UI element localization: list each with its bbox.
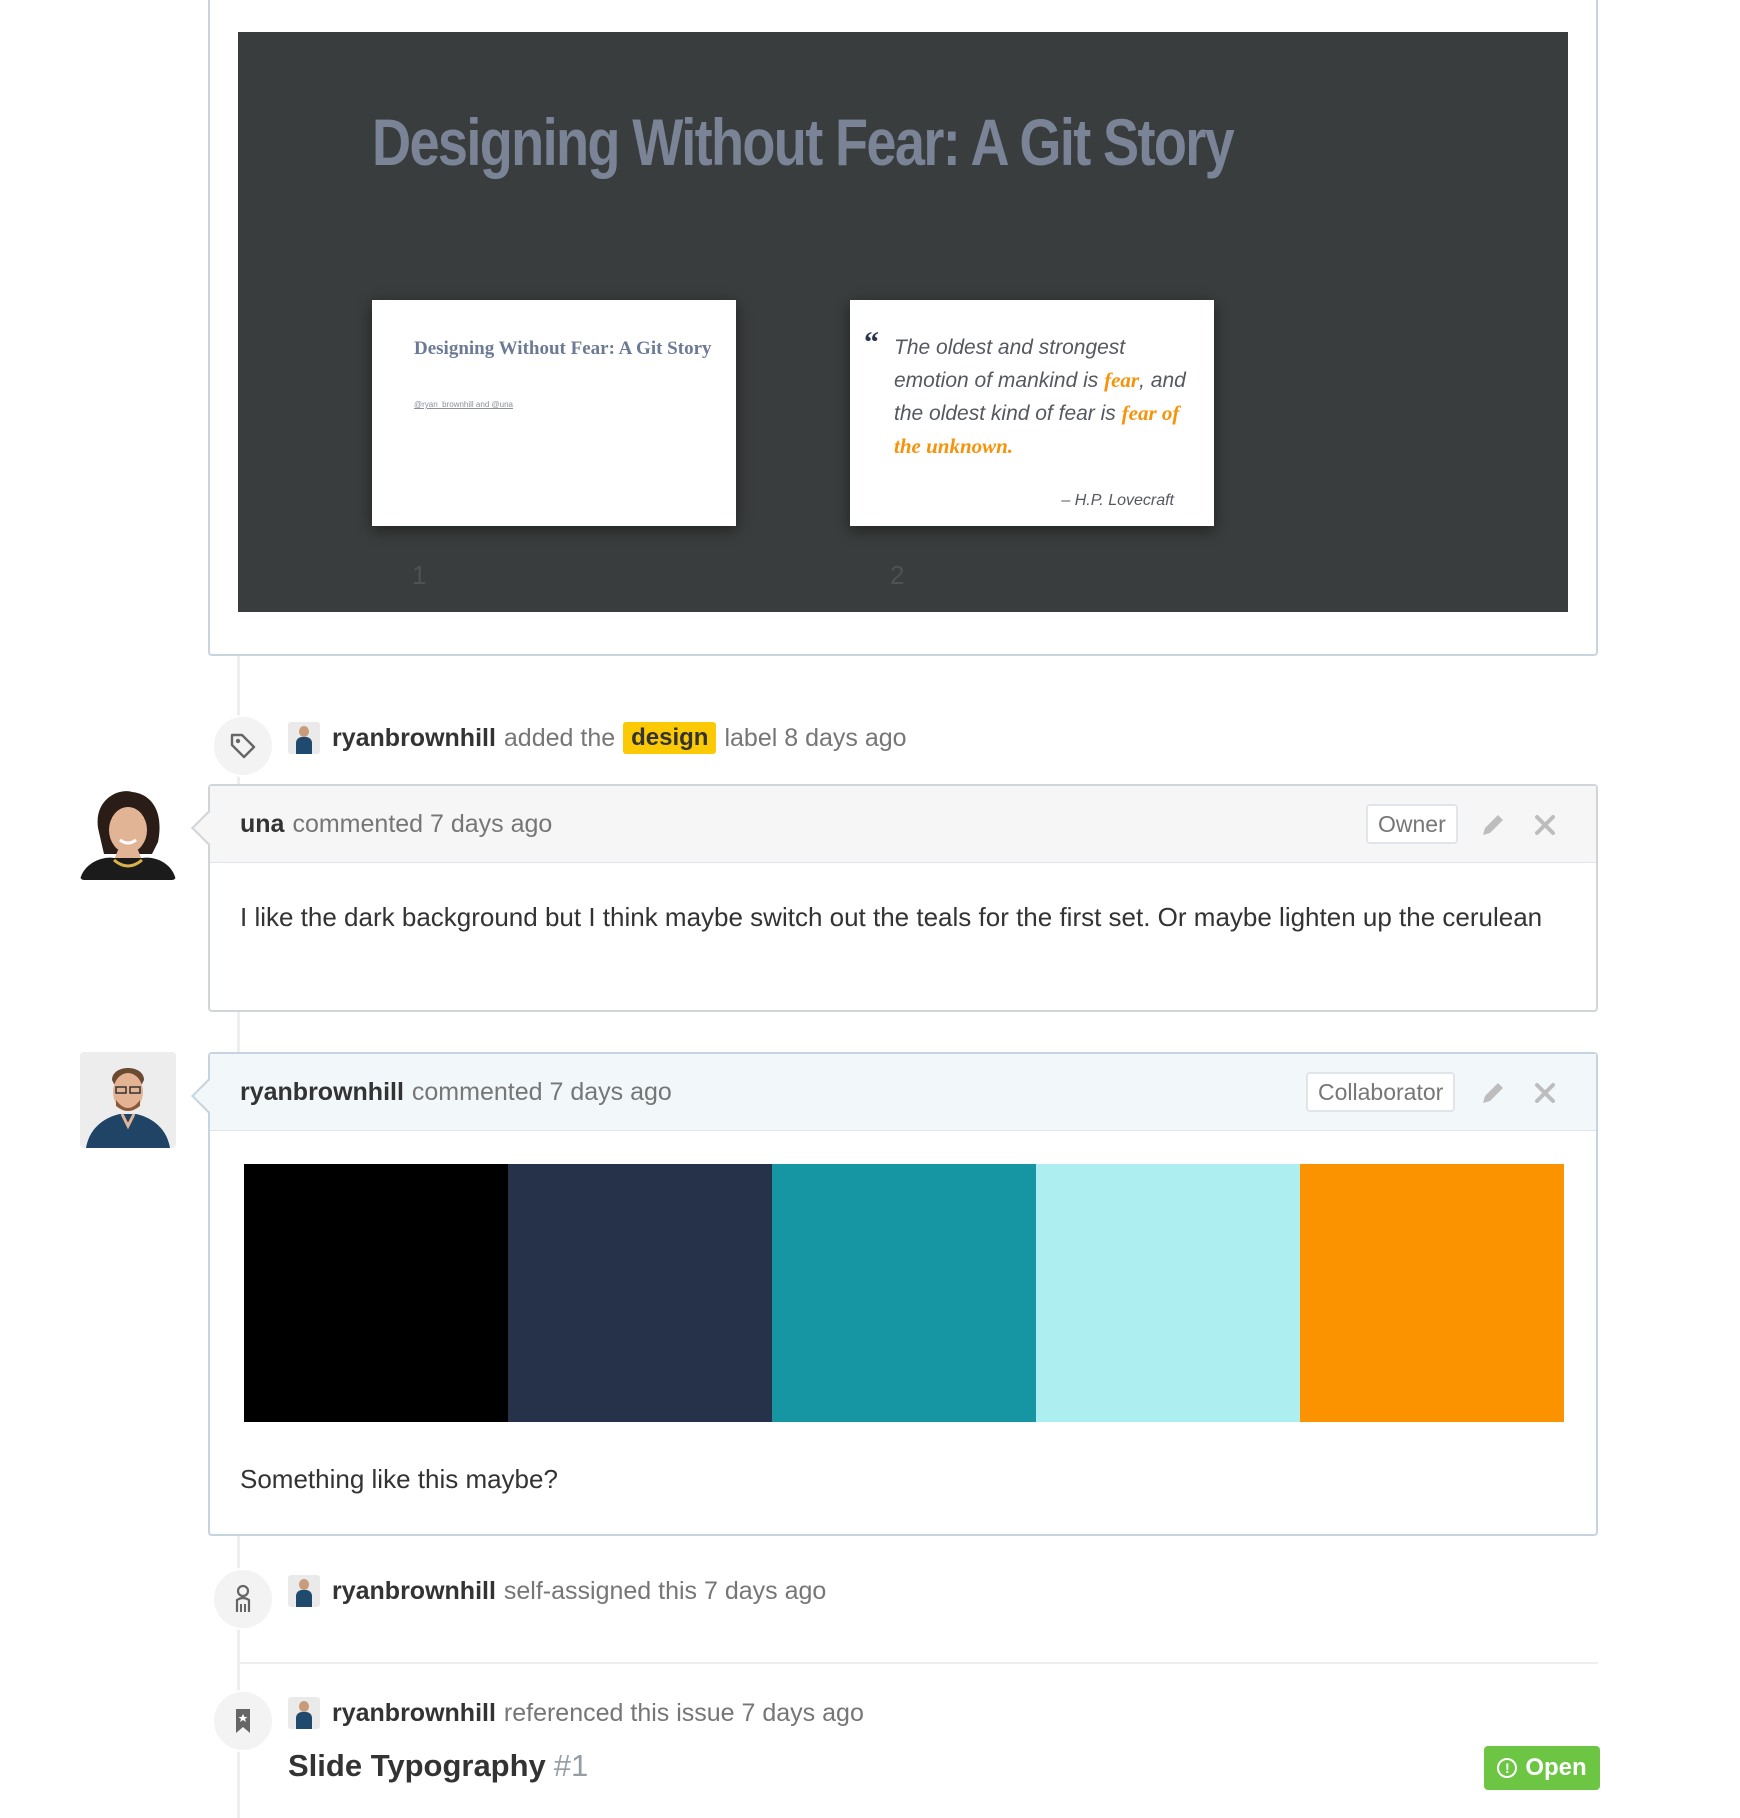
assign-event: ryanbrownhill self-assigned this 7 days … (288, 1575, 826, 1607)
event-actor-link[interactable]: ryanbrownhill (332, 724, 496, 753)
avatar[interactable] (80, 784, 176, 880)
comment-body: I like the dark background but I think m… (240, 902, 1543, 932)
comment-body: Something like this maybe? (240, 1464, 558, 1494)
referenced-issue-number[interactable]: #1 (554, 1748, 588, 1783)
color-swatch-2 (508, 1164, 772, 1422)
slide-number-2: 2 (890, 560, 905, 590)
event-actor-link[interactable]: ryanbrownhill (332, 1699, 496, 1728)
event-text-suffix: label 8 days ago (724, 723, 907, 752)
event-text: added the (503, 723, 616, 752)
quote-text: The oldest and strongest emotion of mank… (894, 336, 1186, 458)
issue-state-badge: ! Open (1484, 1746, 1600, 1790)
color-swatch-1 (244, 1164, 508, 1422)
issue-state-label: Open (1525, 1754, 1587, 1781)
color-palette-image[interactable] (244, 1164, 1564, 1422)
comment-header: una commented 7 days ago Owner (210, 786, 1596, 863)
collaborator-badge: Collaborator (1306, 1072, 1456, 1112)
comment-ryanbrownhill: ryanbrownhill commented 7 days ago Colla… (208, 1052, 1598, 1536)
pencil-icon[interactable] (1478, 1078, 1508, 1108)
label-event: ryanbrownhill added the design label 8 d… (288, 722, 907, 754)
event-text: self-assigned this 7 days ago (503, 1576, 827, 1605)
issue-opened-icon: ! (1497, 1758, 1518, 1778)
referenced-issue-link[interactable]: Slide Typography #1 (288, 1748, 588, 1784)
bookmark-icon (212, 1690, 274, 1752)
avatar[interactable] (288, 1575, 320, 1607)
comment-una: una commented 7 days ago Owner I like th… (208, 784, 1598, 1012)
quote-mark: “ (864, 326, 879, 359)
slide-thumbnail-2: “ The oldest and strongest emotion of ma… (850, 300, 1214, 526)
comment-author-link[interactable]: una (240, 810, 284, 839)
avatar[interactable] (288, 1697, 320, 1729)
avatar[interactable] (80, 1052, 176, 1148)
avatar[interactable] (288, 722, 320, 754)
comment-timestamp[interactable]: commented 7 days ago (292, 810, 552, 839)
quote-author: – H.P. Lovecraft (1061, 492, 1174, 509)
referenced-issue-title[interactable]: Slide Typography (288, 1748, 546, 1783)
color-swatch-3 (772, 1164, 1036, 1422)
reference-event: ryanbrownhill referenced this issue 7 da… (288, 1697, 864, 1729)
slide-thumbnail-1: Designing Without Fear: A Git Story @rya… (372, 300, 736, 526)
color-swatch-5 (1300, 1164, 1564, 1422)
event-text: referenced this issue 7 days ago (503, 1698, 864, 1727)
thumb-subtitle: @ryan_brownhill and @una (414, 400, 513, 409)
color-swatch-4 (1036, 1164, 1300, 1422)
event-actor-link[interactable]: ryanbrownhill (332, 1577, 496, 1606)
comment-header: ryanbrownhill commented 7 days ago Colla… (210, 1054, 1596, 1131)
pencil-icon[interactable] (1478, 810, 1508, 840)
comment-author-link[interactable]: ryanbrownhill (240, 1078, 404, 1107)
slide-number-1: 1 (412, 560, 427, 590)
slide-title: Designing Without Fear: A Git Story (372, 105, 1235, 179)
thumb-title: Designing Without Fear: A Git Story (414, 338, 712, 359)
comment-timestamp[interactable]: commented 7 days ago (412, 1078, 672, 1107)
slide-preview-image[interactable]: Designing Without Fear: A Git Story Desi… (238, 32, 1568, 612)
label-badge-design[interactable]: design (623, 722, 717, 754)
close-icon[interactable] (1530, 810, 1560, 840)
tag-icon (212, 715, 274, 777)
timeline-divider (240, 1662, 1598, 1664)
owner-badge: Owner (1366, 804, 1458, 844)
issue-timeline: Designing Without Fear: A Git Story Desi… (0, 0, 1740, 1818)
close-icon[interactable] (1530, 1078, 1560, 1108)
person-icon (212, 1568, 274, 1630)
